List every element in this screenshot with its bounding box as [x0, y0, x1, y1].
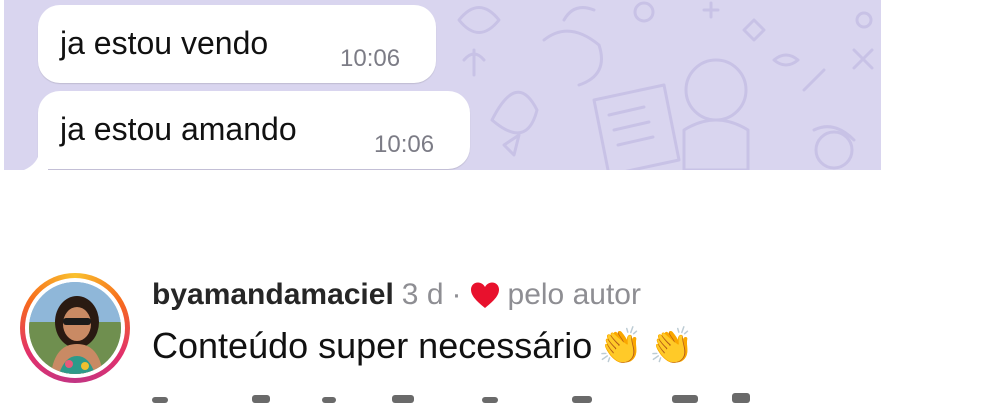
- message-text: ja estou amando: [60, 111, 297, 147]
- message-text: ja estou vendo: [60, 25, 269, 61]
- story-ring[interactable]: [20, 273, 130, 383]
- comment-text: Conteúdo super necessário: [152, 325, 593, 366]
- bubble-tail-icon: [24, 150, 48, 170]
- avatar[interactable]: [29, 282, 121, 374]
- comment-text-row: Conteúdo super necessário 👏 👏: [152, 325, 694, 367]
- comment-header: byamandamaciel 3 d · pelo autor: [152, 275, 641, 315]
- comment: byamandamaciel 3 d · pelo autor Conteúdo…: [0, 265, 985, 403]
- profile-photo-icon: [29, 282, 121, 374]
- message-timestamp: 10:06: [374, 131, 435, 158]
- separator-dot: ·: [451, 278, 462, 311]
- message-bubble[interactable]: ja estou amando 10:06: [38, 91, 470, 169]
- clapping-hands-icon: 👏: [649, 325, 694, 366]
- comment-age: 3 d: [401, 278, 444, 311]
- heart-icon: [470, 282, 499, 308]
- liked-by-author-label: pelo autor: [507, 278, 641, 311]
- message-timestamp: 10:06: [340, 45, 401, 72]
- message-bubble[interactable]: ja estou vendo 10:06: [38, 5, 436, 83]
- clapping-hands-icon: 👏: [598, 325, 644, 366]
- chat-panel: ja estou vendo 10:06 ja estou amando 10:…: [4, 0, 881, 170]
- comment-username[interactable]: byamandamaciel: [152, 278, 394, 312]
